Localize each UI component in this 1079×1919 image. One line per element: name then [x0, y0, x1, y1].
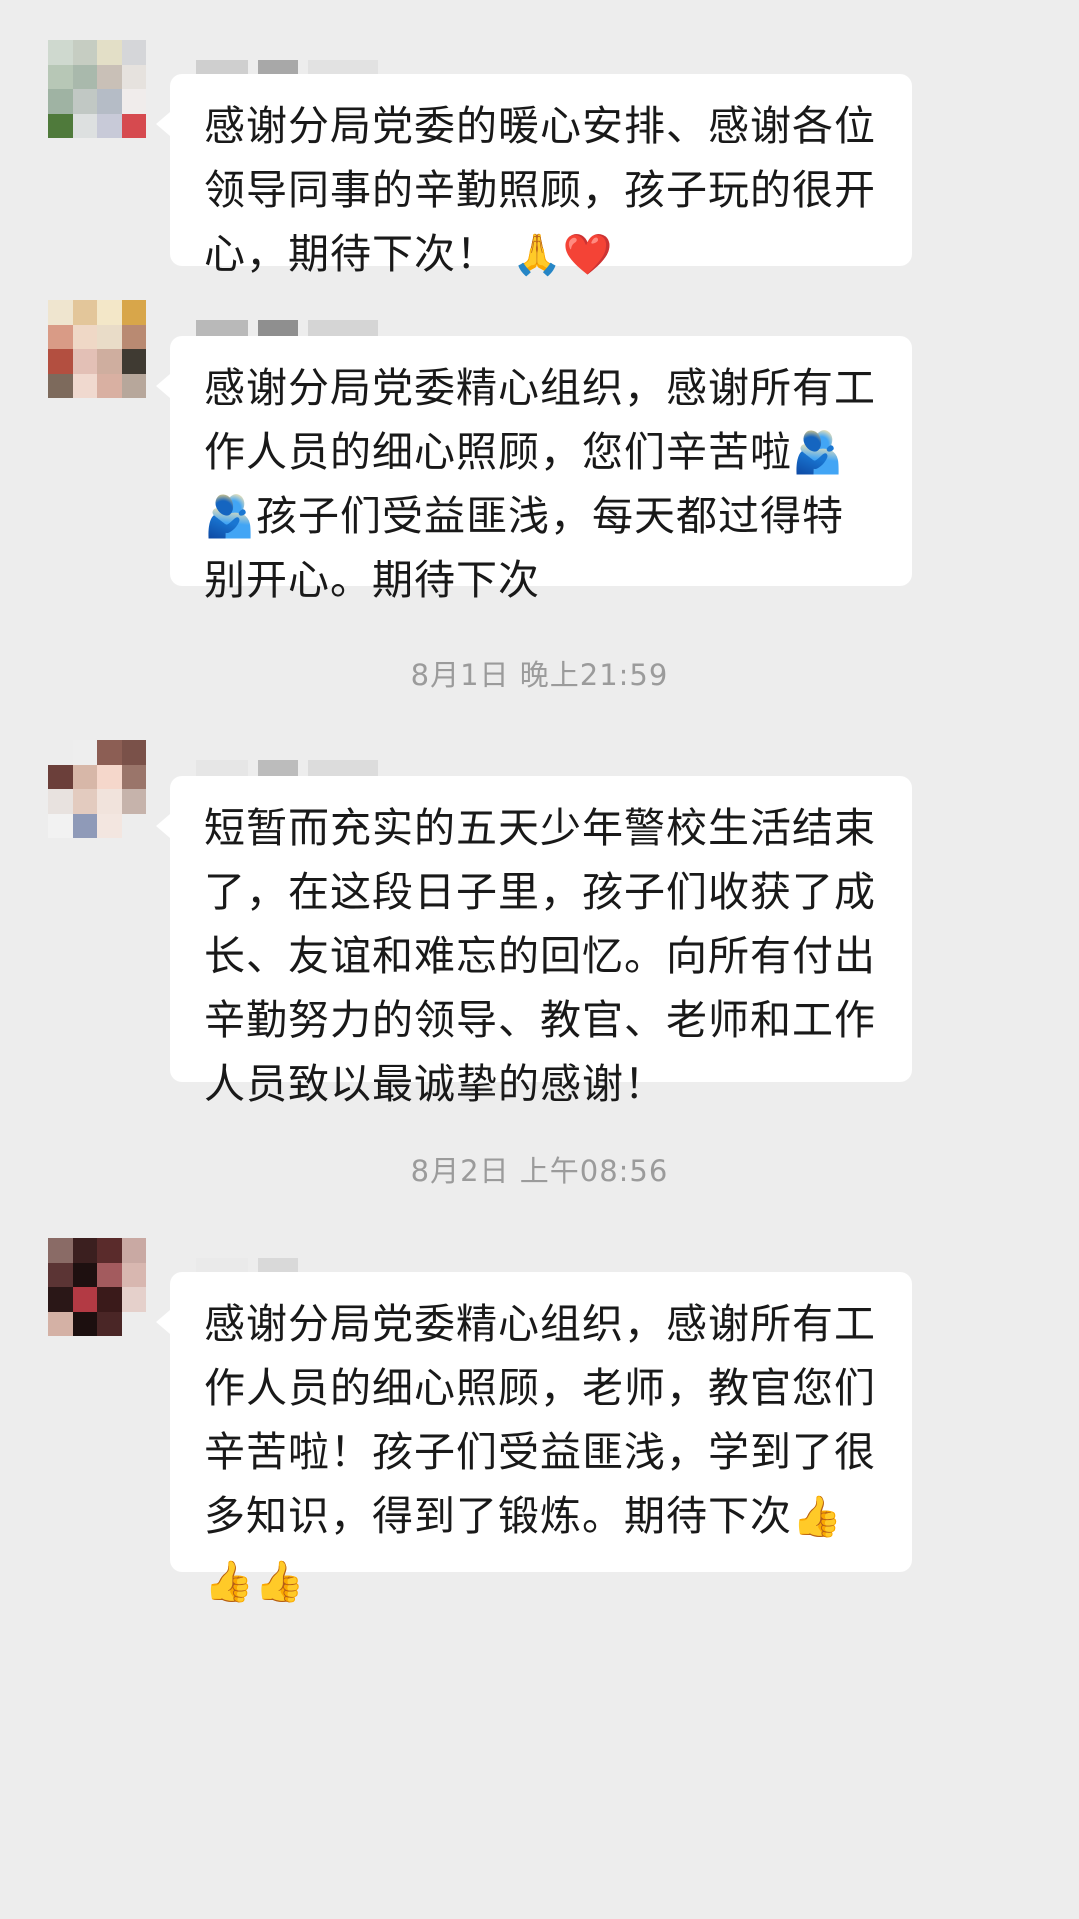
avatar-pixel	[48, 64, 73, 89]
avatar-pixel	[121, 300, 146, 325]
avatar-pixel	[97, 813, 122, 838]
avatar-pixel	[48, 113, 73, 138]
avatar-pixel	[121, 813, 146, 838]
avatar-pixel	[72, 1287, 97, 1312]
avatar-pixel	[121, 324, 146, 349]
avatar-pixel	[121, 764, 146, 789]
avatar-pixel	[48, 89, 73, 114]
avatar-pixel	[97, 764, 122, 789]
avatar-pixel	[48, 1238, 73, 1263]
message-bubble[interactable]: 短暂而充实的五天少年警校生活结束了，在这段日子里，孩子们收获了成长、友谊和难忘的…	[156, 776, 912, 1108]
message-bubble[interactable]: 感谢分局党委精心组织，感谢所有工作人员的细心照顾，您们辛苦啦🫂🫂孩子们受益匪浅，…	[156, 336, 912, 604]
avatar-pixel	[72, 1262, 97, 1287]
avatar-pixel	[121, 373, 146, 398]
message-timestamp: 8月1日 晚上21:59	[410, 658, 669, 692]
avatar-pixel	[97, 113, 122, 138]
avatar-pixel	[72, 373, 97, 398]
avatar-pixel	[121, 349, 146, 374]
avatar-pixel	[97, 64, 122, 89]
avatar-pixel	[72, 1238, 97, 1263]
avatar-pixel	[48, 40, 73, 65]
avatar-pixel	[97, 1238, 122, 1263]
sender-avatar[interactable]	[48, 1238, 146, 1336]
message-text: 感谢分局党委的暖心安排、感谢各位领导同事的辛勤照顾，孩子玩的很开心，期待下次！ …	[204, 102, 876, 278]
message-timestamp: 8月2日 上午08:56	[410, 1154, 669, 1188]
avatar-pixel	[121, 40, 146, 65]
avatar-pixel	[121, 113, 146, 138]
avatar-pixel	[97, 1311, 122, 1336]
avatar-pixel	[48, 324, 73, 349]
sender-avatar[interactable]	[48, 40, 146, 138]
avatar-pixel	[121, 64, 146, 89]
avatar-pixel	[121, 1262, 146, 1287]
pray-heart-emoji: 🙏❤️	[512, 232, 614, 278]
avatar-pixel	[48, 1311, 73, 1336]
avatar-pixel	[48, 300, 73, 325]
avatar-pixel	[72, 764, 97, 789]
avatar-pixel	[48, 740, 73, 765]
avatar-pixel	[48, 789, 73, 814]
avatar-pixel	[48, 373, 73, 398]
avatar-pixel	[97, 349, 122, 374]
avatar-pixel	[72, 40, 97, 65]
message-text: 感谢分局党委精心组织，感谢所有工作人员的细心照顾，老师，教官您们辛苦啦！孩子们受…	[204, 1300, 876, 1605]
avatar-pixel	[48, 1287, 73, 1312]
avatar-pixel	[72, 813, 97, 838]
avatar-pixel	[121, 1238, 146, 1263]
avatar-pixel	[121, 740, 146, 765]
avatar-pixel	[72, 349, 97, 374]
avatar-pixel	[48, 764, 73, 789]
avatar-pixel	[72, 324, 97, 349]
avatar-pixel	[48, 349, 73, 374]
avatar-pixel	[97, 40, 122, 65]
message-bubble[interactable]: 感谢分局党委的暖心安排、感谢各位领导同事的辛勤照顾，孩子玩的很开心，期待下次！ …	[156, 74, 912, 278]
avatar-pixel	[97, 740, 122, 765]
avatar-pixel	[97, 373, 122, 398]
avatar-pixel	[72, 89, 97, 114]
avatar-pixel	[121, 1311, 146, 1336]
avatar-pixel	[121, 789, 146, 814]
message-text: 感谢分局党委精心组织，感谢所有工作人员的细心照顾，您们辛苦啦🫂🫂孩子们受益匪浅，…	[204, 364, 876, 604]
avatar-pixel	[97, 1262, 122, 1287]
sender-avatar[interactable]	[48, 740, 146, 838]
avatar-pixel	[72, 1311, 97, 1336]
message-text: 短暂而充实的五天少年警校生活结束了，在这段日子里，孩子们收获了成长、友谊和难忘的…	[204, 804, 876, 1108]
avatar-pixel	[97, 89, 122, 114]
avatar-pixel	[72, 300, 97, 325]
avatar-pixel	[97, 300, 122, 325]
avatar-pixel	[97, 1287, 122, 1312]
avatar-pixel	[72, 740, 97, 765]
avatar-pixel	[48, 813, 73, 838]
avatar-pixel	[97, 324, 122, 349]
avatar-pixel	[72, 64, 97, 89]
avatar-pixel	[72, 113, 97, 138]
avatar-pixel	[97, 789, 122, 814]
avatar-pixel	[121, 1287, 146, 1312]
avatar-pixel	[121, 89, 146, 114]
avatar-pixel	[48, 1262, 73, 1287]
sender-avatar[interactable]	[48, 300, 146, 398]
message-bubble[interactable]: 感谢分局党委精心组织，感谢所有工作人员的细心照顾，老师，教官您们辛苦啦！孩子们受…	[156, 1272, 912, 1605]
avatar-pixel	[72, 789, 97, 814]
